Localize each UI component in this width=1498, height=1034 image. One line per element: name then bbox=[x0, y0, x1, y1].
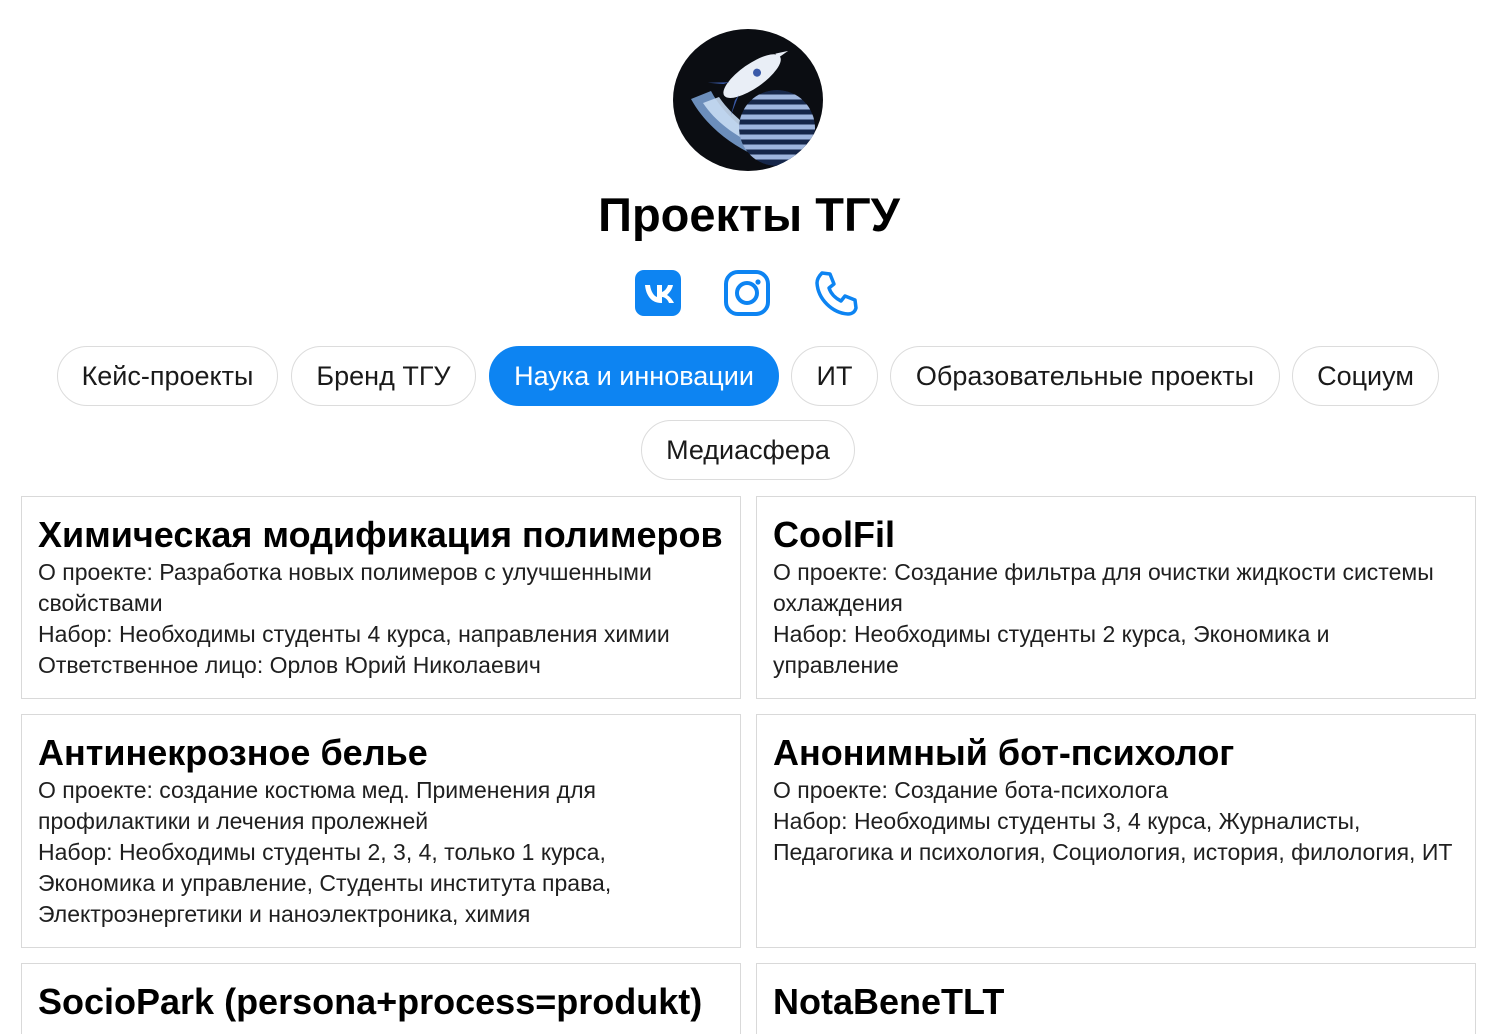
project-about: О проекте: создание костюма мед. Примене… bbox=[38, 777, 596, 834]
social-links bbox=[0, 268, 1498, 320]
category-chip-it[interactable]: ИТ bbox=[791, 346, 878, 406]
avatar bbox=[673, 29, 823, 171]
project-recruit: Набор: Необходимы студенты 3, 4 курса, Ж… bbox=[773, 808, 1453, 865]
category-chip-brand[interactable]: Бренд ТГУ bbox=[291, 346, 476, 406]
project-recruit: Набор: Необходимы студенты 2 курса, Экон… bbox=[773, 621, 1330, 678]
phone-icon[interactable] bbox=[812, 268, 860, 318]
page-title: Проекты ТГУ bbox=[598, 188, 900, 241]
category-chip-case-projects[interactable]: Кейс-проекты bbox=[57, 346, 278, 406]
rocket-logo-icon bbox=[691, 50, 823, 171]
project-title: CoolFil bbox=[773, 514, 895, 555]
category-chip-media[interactable]: Медиасфера bbox=[641, 420, 855, 480]
project-card[interactable]: Анонимный бот-психолог О проекте: Создан… bbox=[756, 714, 1476, 948]
project-title: Химическая модификация полимеров bbox=[38, 514, 723, 555]
project-about: О проекте: Создание фильтра для очистки … bbox=[773, 559, 1434, 616]
instagram-icon[interactable] bbox=[723, 268, 771, 318]
project-responsible: Ответственное лицо: Орлов Юрий Николаеви… bbox=[38, 652, 541, 678]
project-title: Анонимный бот-психолог bbox=[773, 732, 1235, 773]
project-title: NotaBeneTLT bbox=[773, 981, 1005, 1022]
project-recruit: Набор: Необходимы студенты 4 курса, напр… bbox=[38, 621, 670, 647]
category-chip-education[interactable]: Образовательные проекты bbox=[890, 346, 1280, 406]
project-about: О проекте: Создание бота-психолога bbox=[773, 777, 1169, 803]
project-card[interactable]: CoolFil О проекте: Создание фильтра для … bbox=[756, 496, 1476, 699]
project-about: О проекте: Разработка новых полимеров с … bbox=[38, 559, 652, 616]
project-title: SocioPark (persona+process=produkt) bbox=[38, 981, 703, 1022]
project-card[interactable]: NotaBeneTLT bbox=[756, 963, 1476, 1034]
project-card[interactable]: Антинекрозное белье О проекте: создание … bbox=[21, 714, 741, 948]
project-card[interactable]: SocioPark (persona+process=produkt) bbox=[21, 963, 741, 1034]
project-title: Антинекрозное белье bbox=[38, 732, 428, 773]
category-chip-society[interactable]: Социум bbox=[1292, 346, 1439, 406]
vk-icon[interactable] bbox=[634, 268, 682, 318]
category-chip-science[interactable]: Наука и инновации bbox=[489, 346, 779, 406]
project-recruit: Набор: Необходимы студенты 2, 3, 4, толь… bbox=[38, 839, 612, 927]
project-card[interactable]: Химическая модификация полимеров О проек… bbox=[21, 496, 741, 699]
